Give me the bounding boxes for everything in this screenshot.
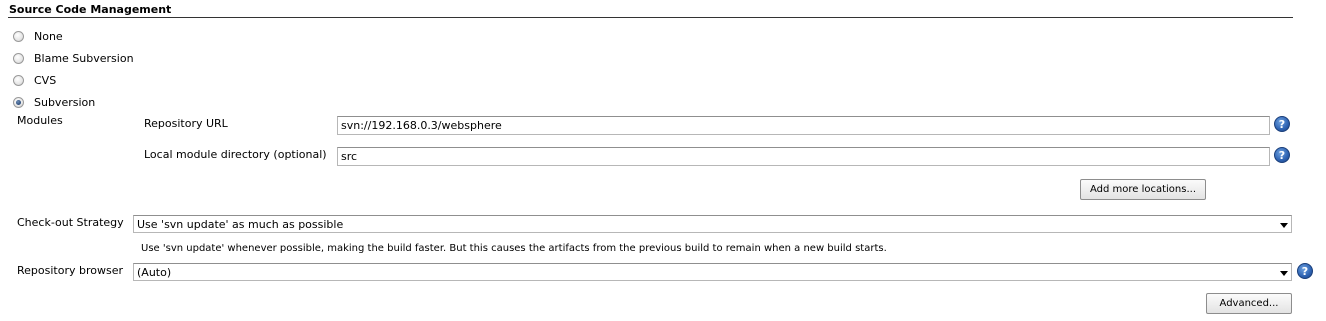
scm-option-subversion[interactable]: Subversion: [13, 93, 95, 111]
radio-icon[interactable]: [13, 52, 24, 64]
help-icon[interactable]: ?: [1297, 263, 1313, 279]
scm-option-label: None: [34, 29, 63, 43]
radio-icon[interactable]: [13, 96, 24, 108]
scm-option-blame-subversion[interactable]: Blame Subversion: [13, 49, 134, 67]
local-module-dir-input[interactable]: [337, 147, 1270, 166]
checkout-strategy-value: Use 'svn update' as much as possible: [137, 217, 344, 231]
section-divider: [8, 17, 1293, 18]
help-icon[interactable]: ?: [1274, 116, 1290, 132]
repository-browser-select[interactable]: (Auto): [133, 263, 1292, 281]
repository-url-label: Repository URL: [144, 117, 228, 130]
scm-option-none[interactable]: None: [13, 27, 63, 45]
checkout-strategy-select[interactable]: Use 'svn update' as much as possible: [133, 215, 1292, 233]
add-more-locations-button[interactable]: Add more locations...: [1080, 179, 1206, 200]
local-module-dir-label: Local module directory (optional): [144, 148, 327, 161]
help-icon[interactable]: ?: [1274, 147, 1290, 163]
chevron-down-icon: [1280, 222, 1288, 228]
scm-option-label: CVS: [34, 73, 57, 87]
repository-browser-label: Repository browser: [17, 264, 123, 277]
repository-url-input[interactable]: [337, 116, 1270, 135]
scm-option-label: Subversion: [34, 95, 96, 109]
section-title: Source Code Management: [9, 3, 172, 16]
scm-option-cvs[interactable]: CVS: [13, 71, 56, 89]
advanced-button[interactable]: Advanced...: [1206, 293, 1292, 314]
repository-browser-value: (Auto): [137, 265, 172, 279]
scm-option-label: Blame Subversion: [34, 51, 134, 65]
radio-icon[interactable]: [13, 74, 24, 86]
modules-label: Modules: [17, 114, 63, 127]
chevron-down-icon: [1280, 270, 1288, 276]
checkout-strategy-description: Use 'svn update' whenever possible, maki…: [141, 243, 887, 254]
radio-icon[interactable]: [13, 30, 24, 42]
checkout-strategy-label: Check-out Strategy: [17, 216, 124, 229]
